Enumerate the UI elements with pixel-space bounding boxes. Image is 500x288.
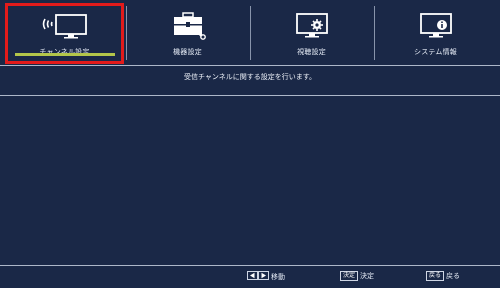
back-label: 戻る: [446, 272, 461, 280]
settings-screen: チャンネル設定 機器設定 視聴設定 システム情報 受信チャンネルに関する設定を行…: [0, 0, 500, 288]
confirm-key: 決定: [340, 271, 359, 281]
back-key: 戻る: [426, 271, 445, 281]
content-divider: [0, 95, 500, 96]
footer-divider: [0, 265, 500, 266]
confirm-label: 決定: [360, 272, 375, 280]
left-right-arrow-icon: [247, 271, 269, 283]
footer-hints: 移動 決定 決定 戻る 戻る: [0, 271, 500, 281]
toolbox-icon: [168, 10, 208, 44]
confirm-hint: 決定 決定: [340, 271, 374, 281]
tab-label: 機器設定: [173, 48, 202, 56]
tab-label: システム情報: [414, 48, 457, 56]
tab-label: 視聴設定: [297, 48, 326, 56]
move-hint: 移動: [247, 271, 285, 283]
tab-system-info[interactable]: システム情報: [374, 4, 497, 64]
back-hint: 戻る 戻る: [426, 271, 460, 281]
monitor-gear-icon: [292, 10, 332, 44]
tab-device-settings[interactable]: 機器設定: [126, 4, 249, 64]
tab-viewing-settings[interactable]: 視聴設定: [250, 4, 373, 64]
tab-description: 受信チャンネルに関する設定を行います。: [183, 73, 317, 81]
selected-tab-highlight: [5, 3, 124, 64]
monitor-info-icon: [416, 10, 456, 44]
move-label: 移動: [271, 273, 285, 281]
top-divider: [0, 65, 500, 66]
